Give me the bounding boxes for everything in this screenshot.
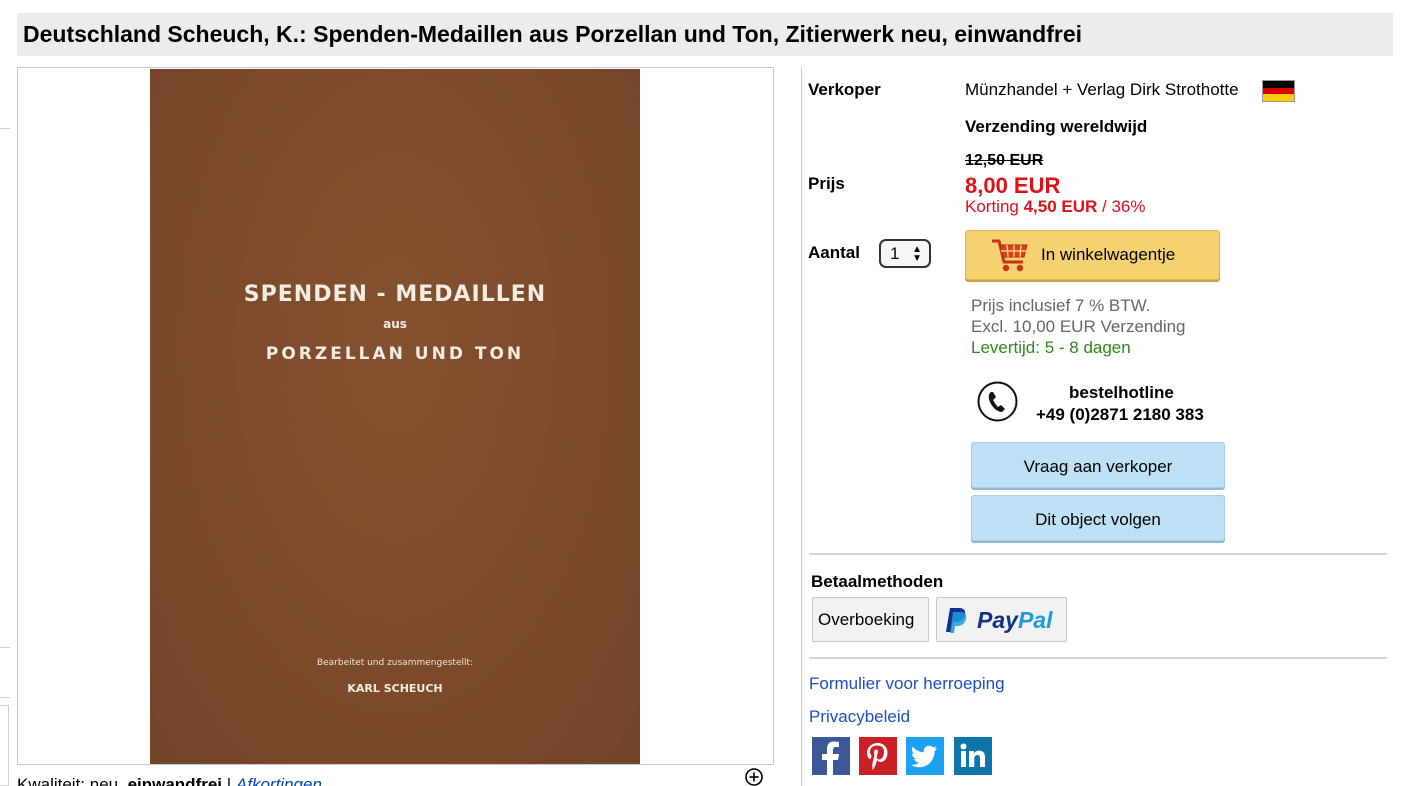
cover-title: SPENDEN - MEDAILLEN: [243, 282, 547, 307]
ask-seller-button[interactable]: Vraag aan verkoper: [971, 442, 1225, 488]
abbreviations-link[interactable]: Afkortingen: [236, 775, 322, 786]
follow-item-button[interactable]: Dit object volgen: [971, 495, 1225, 541]
discount-info: Korting 4,50 EUR / 36%: [965, 197, 1146, 217]
payment-paypal: PayPal: [936, 597, 1067, 642]
cart-button-label: In winkelwagentje: [1041, 245, 1176, 264]
phone-icon: [977, 381, 1018, 422]
select-arrows-icon: ▲ ▼: [912, 244, 922, 264]
section-divider: [809, 553, 1387, 555]
payment-methods-title: Betaalmethoden: [811, 572, 944, 591]
cover-aus: aus: [383, 317, 407, 331]
left-edge-box: [0, 705, 9, 786]
new-price: 8,00 EUR: [965, 173, 1061, 198]
product-image-frame[interactable]: SPENDEN - MEDAILLEN aus PORZELLAN UND TO…: [17, 67, 774, 765]
quantity-value: 1: [890, 244, 900, 263]
caption-separator: |: [222, 775, 236, 786]
privacy-policy-link[interactable]: Privacybeleid: [809, 707, 910, 727]
paypal-wordmark: PayPal: [977, 607, 1052, 634]
discount-percent: / 36%: [1097, 197, 1146, 216]
quality-value: einwandfrei: [127, 775, 223, 786]
discount-label: Korting: [965, 197, 1024, 216]
quality-label: Kwaliteit: neu,: [17, 775, 128, 786]
quantity-select[interactable]: 1 ▲ ▼: [879, 239, 931, 268]
zoom-in-icon[interactable]: [744, 767, 764, 786]
cover-author: KARL SCHEUCH: [347, 682, 443, 695]
payment-bank-transfer: Overboeking: [812, 597, 929, 642]
linkedin-icon[interactable]: [954, 737, 992, 775]
paypal-wordmark-pal: Pal: [1017, 607, 1053, 633]
germany-flag-icon: [1262, 80, 1295, 102]
delivery-time: Levertijd: 5 - 8 dagen: [971, 338, 1131, 357]
price-label: Prijs: [808, 174, 845, 193]
shipping-info: Verzending wereldwijd: [965, 117, 1148, 136]
tax-info: Prijs inclusief 7 % BTW. Excl. 10,00 EUR…: [971, 295, 1186, 358]
page-title: Deutschland Scheuch, K.: Spenden-Medaill…: [23, 21, 1083, 47]
left-edge-line: [0, 647, 10, 648]
tax-line: Prijs inclusief 7 % BTW.: [971, 296, 1151, 315]
twitter-icon[interactable]: [906, 737, 944, 775]
old-price: 12,50 EUR: [965, 152, 1044, 169]
hotline-title: bestelhotline: [1069, 383, 1174, 402]
cover-subtitle: PORZELLAN UND TON: [265, 344, 525, 364]
section-divider: [809, 657, 1387, 659]
column-divider: [801, 67, 802, 786]
book-cover-image[interactable]: SPENDEN - MEDAILLEN aus PORZELLAN UND TO…: [150, 69, 640, 764]
paypal-wordmark-pay: Pay: [977, 607, 1018, 633]
paypal-icon: [946, 608, 967, 633]
quality-caption: Kwaliteit: neu, einwandfrei | Afkortinge…: [17, 775, 322, 786]
hotline-number: +49 (0)2871 2180 383: [1036, 405, 1204, 424]
add-to-cart-button[interactable]: In winkelwagentje: [965, 230, 1220, 280]
title-bar: Deutschland Scheuch, K.: Spenden-Medaill…: [17, 13, 1393, 56]
facebook-icon[interactable]: [812, 737, 850, 775]
withdrawal-form-link[interactable]: Formulier voor herroeping: [809, 674, 1005, 694]
quantity-label: Aantal: [808, 243, 860, 262]
shipping-cost-line: Excl. 10,00 EUR Verzending: [971, 317, 1186, 336]
seller-label: Verkoper: [808, 80, 881, 99]
discount-amount: 4,50 EUR: [1023, 197, 1098, 216]
left-edge-line: [0, 128, 10, 129]
cover-editor-note: Bearbeitet und zusammengestellt:: [316, 658, 474, 668]
shopping-cart-icon: [992, 239, 1028, 272]
pinterest-icon[interactable]: [859, 737, 897, 775]
seller-name[interactable]: Münzhandel + Verlag Dirk Strothotte: [965, 80, 1239, 100]
left-edge-line: [0, 697, 10, 698]
